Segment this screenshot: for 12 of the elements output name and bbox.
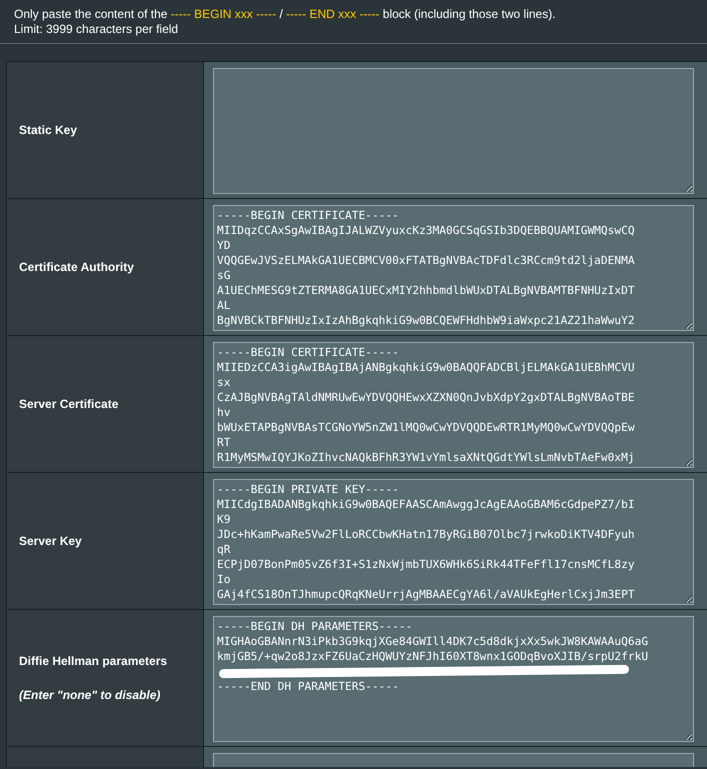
instruction-text: Only paste the content of the ----- BEGIN xxx ----- / ----- END xxx ----- block (including those two lines). [14,7,557,22]
key-textarea[interactable]: -----BEGIN CERTIFICATE----- MIIDqzCCAxSgAwIBAgIJALWZVyuxcKz3MA0GCSqGSIb3DQEBBQUAMIGWMQswCQ YD VQQGEwJVSzELMAkGA1UECBMCV00xFTATBgNVBAcTDFdlc3RCcm9td2ljaDENMA sG A1UEChMESG9tZTERMA8GA1UECxMIY2hhbmdlbWUxDTALBgNVBAMTBFNHUzIxDT AL BgNVBCkTBFNHUzIxIzAhBgkqhkiG9w0BCQEWFHdhbW9iaWxpc21AZ21haWwuY2 [213,205,694,331]
field-label: Server Certificate [19,396,120,413]
key-textarea[interactable]: -----BEGIN PRIVATE KEY----- MIICdgIBADANBgkqhkiG9w0BAQEFAASCAmAwggJcAgEAAoGBAM6cGdpePZ7/bI K9 JDc+hKamPwaRe5Vw2FlLoRCCbwKHatn17ByRGiB07Olbc7jrwkoDiKTV4DFyuh qR ECPjD07BonPm05vZ6f3I+S1zNxWjmbTUX6WHk6SiRk44TFeFfl17cnsMCfL8zy Io GAj4fCS18OnTJhmupcQRqKNeUrrjAgMBAAECgYA6l/aVAUkEgHerlCxjJm3EPT [213,479,694,605]
field-label: Certificate Authority [19,259,135,276]
limit-text: Limit: 3999 characters per field [14,22,180,37]
field-label: Diffie Hellman parameters [19,653,168,670]
field-label: Static Key [19,122,78,139]
field-hint: (Enter "none" to disable) [19,687,162,704]
field-label: Server Key [19,533,83,550]
key-textarea[interactable]: -----BEGIN CERTIFICATE----- MIIEDzCCA3igAwIBAgIBAjANBgkqhkiG9w0BAQQFADCBljELMAkGA1UEBhMCVU sx CzAJBgNVBAgTAldNMRUwEwYDVQQHEwxXZXN0QnJvbXdpY2gxDTALBgNVBAoTBE hv bWUxETAPBgNVBAsTCGNoYW5nZW1lMQ0wCwYDVQQDEwRTR1MyMQ0wCwYDVQQpEw RT R1MyMSMwIQYJKoZIhvcNAQkBFhR3YW1vYmlsaXNtQGdtYWlsLmNvbTAeFw0xMj [213,342,694,468]
key-textarea[interactable]: -----BEGIN DH PARAMETERS----- MIGHAoGBANnrN3iPkb3G9kqjXGe84GWIll4DK7c5d8dkjxXx5wkJW8KAWAAuQ6aG kmjGB5/+qw2o8JzxFZ6UaCzHQWUYzNFJhI60XT8wnx1GODqBvoXJIB/srpU2frkU -----END DH PARAMETERS----- [213,616,694,742]
